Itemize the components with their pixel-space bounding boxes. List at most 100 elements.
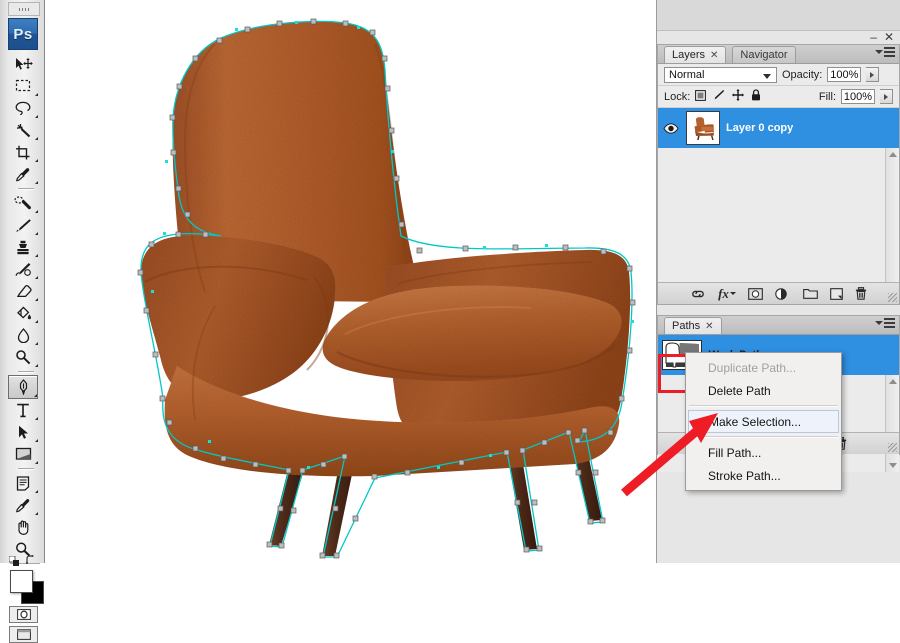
paths-panel-menu-icon[interactable] <box>875 318 895 328</box>
lock-transparent-pixels-icon[interactable] <box>695 89 707 104</box>
photoshop-window: Ps – ✕ Layers ✕ Navigator Normal Opacity… <box>0 0 900 643</box>
flyout-triangle-icon <box>35 512 38 515</box>
context-menu-item-duplicate-path[interactable]: Duplicate Path... <box>686 356 841 379</box>
lock-image-pixels-icon[interactable] <box>713 89 725 104</box>
move-tool[interactable] <box>8 53 38 75</box>
opacity-label: Opacity: <box>782 68 823 81</box>
tools-palette-grip[interactable] <box>8 2 40 16</box>
tab-paths[interactable]: Paths ✕ <box>664 317 722 334</box>
fx-label: fx <box>718 285 729 301</box>
close-icon[interactable]: ✕ <box>710 50 718 61</box>
scroll-up-icon[interactable] <box>889 152 897 157</box>
foreground-color-swatch[interactable] <box>10 570 33 593</box>
lock-all-icon[interactable] <box>751 89 761 104</box>
scroll-up-icon[interactable] <box>889 379 897 384</box>
minimize-button[interactable]: – <box>870 31 877 43</box>
layer-thumbnail[interactable] <box>686 111 720 145</box>
history-brush-tool[interactable] <box>8 258 38 280</box>
document-canvas[interactable] <box>45 0 657 563</box>
flyout-triangle-icon <box>35 232 38 235</box>
tab-navigator-label: Navigator <box>740 49 788 61</box>
photoshop-logo: Ps <box>8 18 38 50</box>
tools-palette: Ps <box>0 0 45 643</box>
flyout-triangle-icon <box>35 137 38 140</box>
link-layers-icon[interactable] <box>690 289 706 299</box>
rectangular-marquee-tool[interactable] <box>8 75 38 97</box>
default-colors-icon[interactable] <box>8 555 19 566</box>
blend-mode-select[interactable]: Normal <box>664 66 777 83</box>
notes-tool[interactable] <box>8 472 38 494</box>
tab-navigator[interactable]: Navigator <box>732 46 796 63</box>
flyout-triangle-icon <box>35 298 38 301</box>
layer-name-label: Layer 0 copy <box>726 122 794 134</box>
flyout-triangle-icon <box>34 394 37 397</box>
lock-position-icon[interactable] <box>732 89 745 104</box>
delete-layer-icon[interactable] <box>855 287 867 300</box>
flyout-triangle-icon <box>35 364 38 367</box>
blur-tool[interactable] <box>8 324 38 346</box>
tab-layers[interactable]: Layers ✕ <box>664 46 727 63</box>
eye-icon[interactable] <box>662 122 680 134</box>
fill-label: Fill: <box>818 90 836 103</box>
layers-scrollbar[interactable] <box>885 148 899 298</box>
pen-tool[interactable] <box>8 375 38 399</box>
flyout-triangle-icon <box>35 115 38 118</box>
dodge-tool[interactable] <box>8 346 38 368</box>
color-sampler-tool[interactable] <box>8 494 38 516</box>
lasso-tool[interactable] <box>8 97 38 119</box>
type-tool[interactable] <box>8 399 38 421</box>
screen-mode-icon[interactable] <box>9 626 38 643</box>
context-menu-separator <box>689 405 838 407</box>
flyout-triangle-icon <box>35 93 38 96</box>
tab-layers-label: Layers <box>672 49 706 61</box>
quick-mask-toggle-group <box>9 606 38 623</box>
eyedropper-tool[interactable] <box>8 163 38 185</box>
paint-bucket-tool[interactable] <box>8 302 38 324</box>
flyout-triangle-icon <box>35 181 38 184</box>
close-icon[interactable]: ✕ <box>705 321 713 332</box>
context-menu-item-stroke-path[interactable]: Stroke Path... <box>686 464 841 487</box>
context-menu-item-make-selection[interactable]: Make Selection... <box>688 410 839 433</box>
brush-tool[interactable] <box>8 214 38 236</box>
new-group-icon[interactable] <box>803 288 818 299</box>
new-adjustment-layer-icon[interactable] <box>775 287 791 300</box>
scroll-down-icon[interactable] <box>889 463 897 468</box>
path-selection-tool[interactable] <box>8 421 38 443</box>
clone-stamp-tool[interactable] <box>8 236 38 258</box>
swap-colors-icon[interactable] <box>25 554 36 569</box>
eraser-tool[interactable] <box>8 280 38 302</box>
hand-tool[interactable] <box>8 516 38 538</box>
context-menu-item-delete-path[interactable]: Delete Path <box>686 379 841 402</box>
add-layer-mask-icon[interactable] <box>748 287 763 300</box>
context-menu-separator <box>689 436 838 438</box>
layers-list-body[interactable] <box>658 148 899 299</box>
new-layer-icon[interactable] <box>830 287 843 300</box>
layers-panel-menu-icon[interactable] <box>875 47 895 57</box>
crop-tool[interactable] <box>8 141 38 163</box>
add-layer-style-icon[interactable]: fx <box>718 286 736 302</box>
fill-stepper[interactable] <box>880 89 893 104</box>
tool-separator <box>18 188 34 189</box>
dock-header <box>657 0 900 31</box>
layers-tabstrip: Layers ✕ Navigator <box>658 45 899 64</box>
paths-scrollbar[interactable] <box>885 375 899 472</box>
fill-input[interactable]: 100% <box>841 89 875 104</box>
tab-paths-label: Paths <box>672 320 701 332</box>
flyout-triangle-icon <box>35 210 38 213</box>
flyout-triangle-icon <box>35 159 38 162</box>
tool-list <box>8 53 38 560</box>
opacity-input[interactable]: 100% <box>827 67 862 82</box>
tool-separator <box>18 468 34 469</box>
opacity-stepper[interactable] <box>866 67 880 82</box>
resize-grip[interactable] <box>888 293 897 302</box>
healing-brush-tool[interactable] <box>8 192 38 214</box>
layer-row[interactable]: Layer 0 copy <box>658 108 899 148</box>
magic-wand-tool[interactable] <box>8 119 38 141</box>
screen-mode-group <box>9 626 38 643</box>
close-button[interactable]: ✕ <box>884 31 894 43</box>
rectangle-shape-tool[interactable] <box>8 443 38 465</box>
flyout-triangle-icon <box>35 439 38 442</box>
standard-mode-icon[interactable] <box>9 606 38 623</box>
context-menu-item-fill-path[interactable]: Fill Path... <box>686 441 841 464</box>
resize-grip[interactable] <box>888 443 897 452</box>
